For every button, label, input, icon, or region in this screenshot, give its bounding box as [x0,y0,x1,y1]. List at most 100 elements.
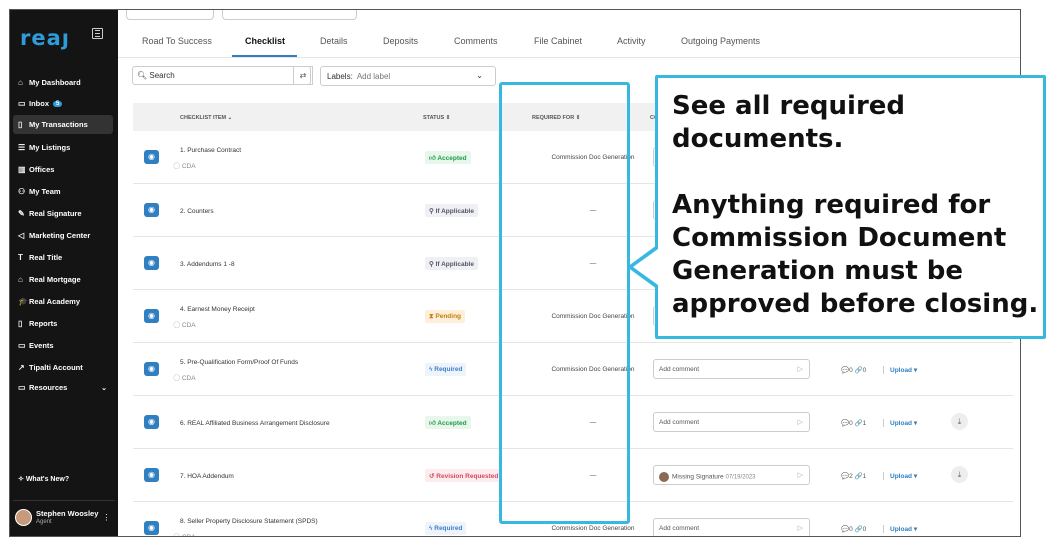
send-icon[interactable]: ▷ [798,524,803,532]
view-eye-icon[interactable]: ◉ [144,521,159,535]
checklist-item-name[interactable]: 2. Counters [180,208,214,215]
send-icon[interactable]: ▷ [798,471,803,479]
sidebar-item-my-team[interactable]: ⚇ My Team [13,182,113,201]
swap-icon[interactable]: ⇄ [293,66,313,85]
view-eye-icon[interactable]: ◉ [144,415,159,429]
search-input[interactable]: 🔍︎ Search [132,66,311,85]
comment-input[interactable]: Add comment ▷ [653,359,810,379]
sidebar-item-events[interactable]: ▭ Events [13,336,113,355]
sidebar-item-label: Reports [29,319,58,328]
download-icon[interactable]: ⤓ [951,413,968,430]
checklist-item-name[interactable]: 5. Pre-Qualification Form/Proof Of Funds [180,359,298,366]
upload-button[interactable]: Upload ▾ [883,419,917,427]
upload-button[interactable]: Upload ▾ [883,366,917,374]
tab-file-cabinet[interactable]: File Cabinet [534,36,582,46]
status-badge: ϟ Required [425,522,467,535]
tab-comments[interactable]: Comments [454,36,498,46]
cda-label: ⃝ CDA [180,163,196,170]
tipalti-icon: ↗ [18,363,25,372]
tab-details[interactable]: Details [320,36,348,46]
status-badge: 👍︎ Accepted [425,151,471,164]
header-status[interactable]: STATUS ⇕ [423,115,450,121]
whats-new-link[interactable]: ✧ What's New? [18,475,69,483]
tab-checklist[interactable]: Checklist [245,36,285,46]
user-profile[interactable]: Stephen Woosley Agent ⋮ [13,500,115,534]
download-icon[interactable]: ⤓ [951,466,968,483]
cda-label: ⃝ CDA [180,322,196,329]
tab-deposits[interactable]: Deposits [383,36,418,46]
sidebar-item-my-listings[interactable]: ☰ My Listings [13,138,113,157]
view-eye-icon[interactable]: ◉ [144,150,159,164]
comment-input[interactable]: Add comment ▷ [653,412,810,432]
sidebar-item-label: Inbox [29,99,49,108]
tab-road-to-success[interactable]: Road To Success [142,36,212,46]
top-button-left[interactable] [126,10,214,20]
sidebar-item-label: Real Title [29,253,63,262]
callout-line-2: Anything required for Commission Documen… [672,190,1039,319]
sidebar-item-label: Offices [29,165,55,174]
status-badge: ⧗ Pending [425,310,466,323]
status-badge: ↺ Revision Requested [425,469,503,482]
sidebar-item-inbox[interactable]: ▭ Inbox 5 [13,94,113,113]
status-badge: ⚲ If Applicable [425,257,478,270]
send-icon[interactable]: ▷ [798,418,803,426]
resources-icon: ▭ [18,383,26,392]
upload-button[interactable]: Upload ▾ [883,472,917,480]
top-button-right[interactable] [222,10,357,20]
sidebar-item-offices[interactable]: ▥ Offices [13,160,113,179]
required-for-value: Commission Doc Generation [551,525,635,532]
listings-icon: ☰ [18,143,26,152]
sidebar-item-real-title[interactable]: T Real Title [13,248,113,267]
chevron-down-icon[interactable]: ⌄ [101,384,107,392]
comment-attachment-counts: 💬0 🔗0 [841,526,867,533]
checklist-item-name[interactable]: 7. HOA Addendum [180,473,234,480]
sidebar-item-label: Real Academy [29,297,80,306]
comment-input[interactable]: Missing Signature 07/19/2023 ▷ [653,465,810,485]
view-eye-icon[interactable]: ◉ [144,468,159,482]
inbox-count-badge: 5 [53,100,63,107]
checklist-item-name[interactable]: 4. Earnest Money Receipt [180,306,255,313]
tab-activity[interactable]: Activity [617,36,646,46]
cda-label: ⃝ CDA [180,375,196,382]
collapse-sidebar-icon[interactable] [92,28,103,39]
checklist-item-name[interactable]: 6. REAL Affiliated Business Arrangement … [180,420,330,427]
checklist-item-name[interactable]: 8. Seller Property Disclosure Statement … [180,518,318,525]
sidebar-item-marketing-center[interactable]: ◁ Marketing Center [13,226,113,245]
required-for-highlight [499,82,630,524]
checklist-item-name[interactable]: 1. Purchase Contract [180,147,241,154]
sidebar-item-reports[interactable]: ▯ Reports [13,314,113,333]
sidebar-item-label: My Listings [29,143,71,152]
sidebar-item-label: Resources [29,383,68,392]
sidebar-item-label: Real Signature [29,209,82,218]
transactions-icon: ▯ [18,120,23,129]
sidebar-item-label: My Transactions [29,120,88,129]
view-eye-icon[interactable]: ◉ [144,309,159,323]
sidebar-item-real-mortgage[interactable]: ⌂ Real Mortgage [13,270,113,289]
avatar [15,509,32,526]
more-icon[interactable]: ⋮ [102,513,110,522]
user-name: Stephen Woosley [36,508,99,518]
sidebar-item-resources[interactable]: ▭ Resources ⌄ [13,378,113,397]
checklist-item-name[interactable]: 3. Addendums 1 -8 [180,261,235,268]
sidebar-item-my-transactions[interactable]: ▯ My Transactions [13,115,113,134]
labels-select[interactable]: Labels: Add label ⌄ [320,66,496,86]
send-icon[interactable]: ▷ [798,365,803,373]
sidebar-item-real-signature[interactable]: ✎ Real Signature [13,204,113,223]
comment-attachment-counts: 💬0 🔗0 [841,367,867,374]
tab-outgoing-payments[interactable]: Outgoing Payments [681,36,760,46]
sidebar-item-real-academy[interactable]: 🎓 Real Academy [13,292,113,311]
upload-button[interactable]: Upload ▾ [883,525,917,533]
header-checklist-item[interactable]: CHECKLIST ITEM ⌄ [180,115,232,121]
status-badge: 👍︎ Accepted [425,416,471,429]
tab-bar: Road To Success Checklist Details Deposits C… [118,32,1020,58]
view-eye-icon[interactable]: ◉ [144,203,159,217]
sidebar-item-tipalti-account[interactable]: ↗ Tipalti Account [13,358,113,377]
view-eye-icon[interactable]: ◉ [144,256,159,270]
user-role: Agent [36,518,52,525]
callout-line-1: See all required documents. [672,91,906,154]
view-eye-icon[interactable]: ◉ [144,362,159,376]
status-badge: ϟ Required [425,363,467,376]
offices-icon: ▥ [18,165,26,174]
sidebar-item-my-dashboard[interactable]: ⌂ My Dashboard [13,73,113,92]
comment-input[interactable]: Add comment ▷ [653,518,810,536]
